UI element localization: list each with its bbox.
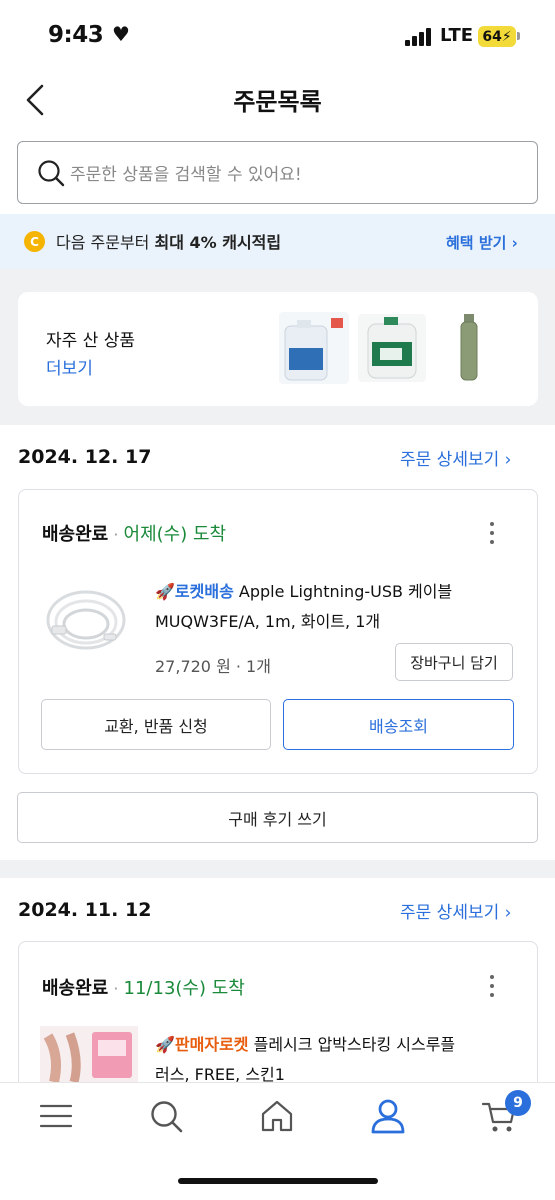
delivery-status: 배송완료 (42, 978, 109, 999)
arrival-text: 11/13(수) 도착 (123, 978, 245, 999)
write-review-button[interactable]: 구매 후기 쓰기 (17, 792, 538, 843)
coin-icon: C (24, 231, 45, 252)
separator-dot: · (113, 525, 119, 544)
my-account-icon[interactable] (370, 1098, 406, 1134)
status-time: 9:43 (48, 22, 104, 48)
exchange-return-button[interactable]: 교환, 반품 신청 (41, 699, 271, 750)
frequent-items-title: 자주 산 상품 (46, 331, 136, 351)
order-status-line: 배송완료 · 어제(수) 도착 (42, 520, 226, 546)
order-detail-link[interactable]: 주문 상세보기 › (400, 445, 511, 470)
menu-icon[interactable] (38, 1098, 74, 1134)
page-title: 주문목록 (233, 88, 322, 116)
search-placeholder: 주문한 상품을 검색할 수 있어요! (70, 165, 302, 185)
battery-level: 64 (482, 28, 502, 45)
product-thumbnail-pump[interactable] (452, 312, 488, 384)
track-delivery-button[interactable]: 배송조회 (283, 699, 514, 750)
separator-dot: · (113, 979, 119, 998)
banner-text: 다음 주문부터 최대 4% 캐시적립 (56, 233, 282, 252)
product-name[interactable]: 🚀로켓배송 Apple Lightning-USB 케이블 MUQW3FE/A,… (155, 577, 525, 637)
product-thumbnail-bottle[interactable] (358, 314, 426, 382)
order-date: 2024. 12. 17 (18, 446, 152, 468)
cart-count-badge: 9 (505, 1090, 531, 1116)
search-icon (38, 160, 65, 187)
rocket-delivery-badge: 🚀로켓배송 (155, 582, 234, 601)
battery-cap (517, 32, 520, 40)
order-detail-link[interactable]: 주문 상세보기 › (400, 898, 511, 923)
product-name[interactable]: 🚀판매자로켓 플레시크 압박스타킹 시스루플 러스, FREE, 스킨1 (155, 1030, 525, 1090)
frequent-items-more-link[interactable]: 더보기 (46, 354, 93, 379)
signal-icon (405, 28, 433, 46)
home-indicator (178, 1178, 378, 1184)
order-status-line: 배송완료 · 11/13(수) 도착 (42, 974, 245, 1000)
add-to-cart-button[interactable]: 장바구니 담기 (395, 643, 513, 681)
home-icon[interactable] (259, 1098, 295, 1134)
delivery-status: 배송완료 (42, 524, 109, 545)
product-thumbnail-jug[interactable] (279, 312, 349, 384)
product-price: 27,720 원 · 1개 (155, 657, 271, 676)
back-arrow-icon[interactable] (22, 82, 52, 118)
arrival-text: 어제(수) 도착 (123, 524, 227, 545)
search-tab-icon[interactable] (148, 1098, 184, 1134)
stocking-product-image[interactable] (40, 1026, 138, 1082)
network-label: LTE (440, 25, 474, 46)
cable-product-image[interactable] (40, 582, 132, 662)
more-options-icon[interactable] (490, 522, 496, 549)
heart-icon: ♥ (112, 22, 130, 46)
seller-rocket-badge: 🚀판매자로켓 (155, 1035, 249, 1054)
battery-icon: 64 ⚡ (478, 26, 516, 47)
order-date: 2024. 11. 12 (18, 899, 152, 921)
more-options-icon[interactable] (490, 975, 496, 1002)
benefit-link[interactable]: 혜택 받기 › (446, 232, 518, 253)
